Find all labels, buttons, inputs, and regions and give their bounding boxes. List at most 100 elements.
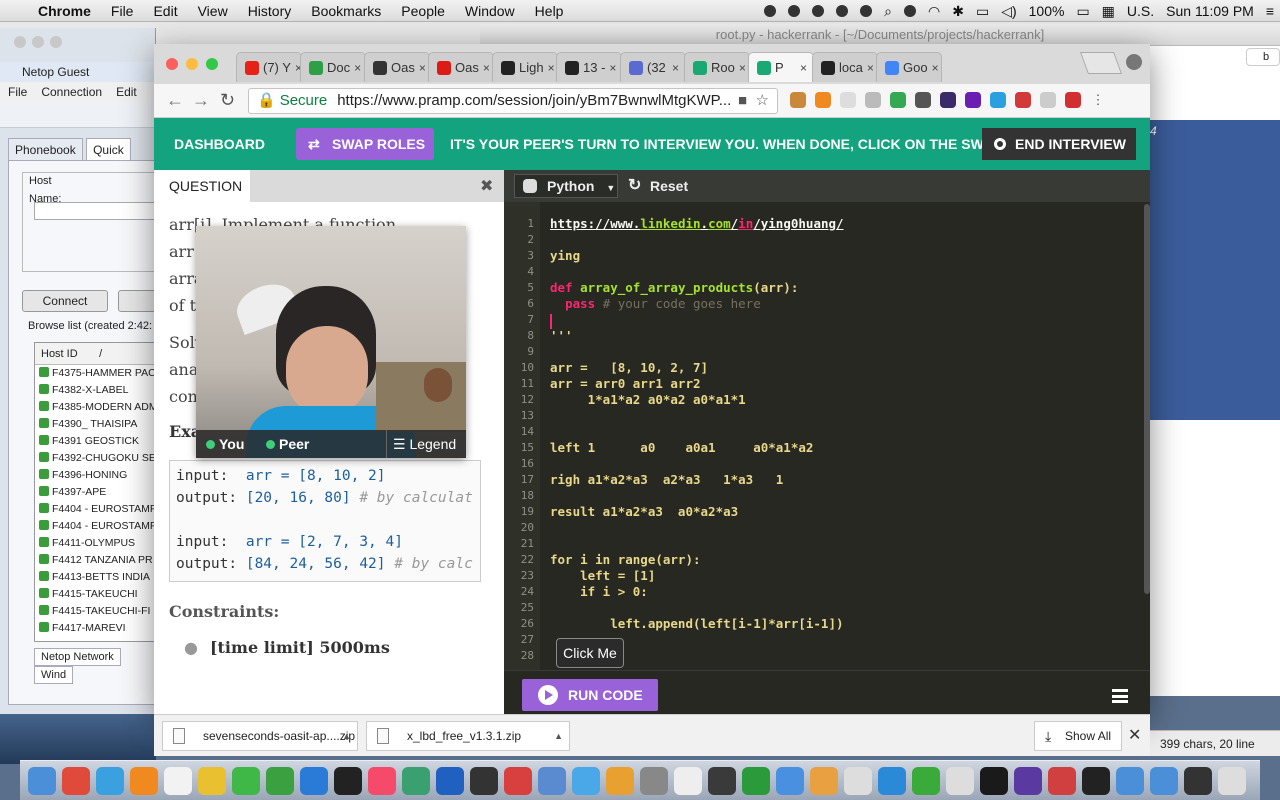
dock-app-icon[interactable] (334, 766, 362, 795)
host-list-item[interactable]: F4391 GEOSTICK (35, 433, 155, 450)
dock-app-icon[interactable] (708, 766, 736, 795)
editor-scrollbar[interactable] (1144, 204, 1150, 594)
netop-menu-connection[interactable]: Connection (41, 82, 102, 102)
code-area[interactable]: 1 https://www.linkedin.com/in/ying0huang/… (504, 216, 1150, 664)
hamburger-menu-icon[interactable] (1112, 689, 1128, 703)
dock-app-icon[interactable] (300, 766, 328, 795)
forward-icon[interactable]: → (192, 90, 210, 111)
close-tab-icon[interactable]: × (800, 61, 807, 75)
menu-app-name[interactable]: Chrome (28, 3, 101, 19)
dock-app-icon[interactable] (844, 766, 872, 795)
browser-tab[interactable]: 13 - × (556, 52, 622, 82)
browser-tab[interactable]: Ligh × (492, 52, 558, 82)
netop-menu-file[interactable]: File (8, 82, 27, 102)
browser-tab[interactable]: Roo × (684, 52, 750, 82)
dock-app-icon[interactable] (742, 766, 770, 795)
video-chat[interactable]: You Peer ☰ Legend (196, 226, 466, 458)
background-tab[interactable]: b (1246, 48, 1280, 66)
host-list-item[interactable]: F4417-MAREVI (35, 620, 155, 637)
cloud-status-icon[interactable] (860, 5, 873, 17)
menu-file[interactable]: File (101, 3, 144, 19)
ext2-icon[interactable] (815, 92, 831, 108)
ext5-icon[interactable] (890, 92, 906, 108)
close-tab-icon[interactable]: × (548, 61, 555, 75)
close-tab-icon[interactable]: × (483, 61, 490, 75)
close-icon[interactable]: ✖ (480, 176, 493, 196)
cors-extension-icon[interactable] (1065, 92, 1081, 108)
host-list-item[interactable]: F4382-X-LABEL (35, 382, 155, 399)
volume-icon[interactable]: ◁) (1001, 3, 1016, 20)
dock-app-icon[interactable] (878, 766, 906, 795)
host-list-item[interactable]: F4413-BETTS INDIA (35, 569, 155, 586)
cookie-extension-icon[interactable] (790, 92, 806, 108)
camera-icon[interactable]: ■ (738, 89, 747, 113)
dock-app-icon[interactable] (164, 766, 192, 795)
dock-app-icon[interactable] (1218, 766, 1246, 795)
dock-app-icon[interactable] (572, 766, 600, 795)
dock-app-icon[interactable] (96, 766, 124, 795)
menu-window[interactable]: Window (455, 3, 525, 19)
end-interview-button[interactable]: END INTERVIEW (982, 128, 1136, 160)
profile-icon[interactable] (1126, 54, 1142, 70)
ext4-icon[interactable] (865, 92, 881, 108)
dock-app-icon[interactable] (912, 766, 940, 795)
close-tab-icon[interactable]: × (932, 61, 939, 75)
ext10-icon[interactable] (1015, 92, 1031, 108)
dock-app-icon[interactable] (436, 766, 464, 795)
show-all-button[interactable]: ⤓ Show All (1034, 721, 1122, 751)
minimize-window-button[interactable] (186, 58, 198, 70)
host-list-item[interactable]: F4396-HONING (35, 467, 155, 484)
swap-roles-button[interactable]: ⇄ SWAP ROLES (296, 128, 434, 160)
host-list-item[interactable]: F4390_ THAISIPA (35, 416, 155, 433)
dock-app-icon[interactable] (266, 766, 294, 795)
run-code-button[interactable]: RUN CODE (522, 679, 658, 711)
dock-app-icon[interactable] (402, 766, 430, 795)
dock-app-icon[interactable] (606, 766, 634, 795)
notification-center-icon[interactable]: ≡ (1266, 3, 1274, 19)
browser-tab[interactable]: loca × (812, 52, 878, 82)
dock-app-icon[interactable] (1150, 766, 1178, 795)
tab-phonebook[interactable]: Phonebook (8, 138, 83, 161)
reset-button[interactable]: ↻ Reset (628, 174, 688, 198)
download-item[interactable]: x_lbd_free_v1.3.1.zip ▲ (366, 721, 570, 751)
dock-app-icon[interactable] (232, 766, 260, 795)
back-icon[interactable]: ← (166, 90, 184, 111)
bluetooth-icon[interactable]: ✱ (952, 3, 964, 20)
language-select[interactable]: Python ▼ (514, 174, 618, 198)
tab-wind[interactable]: Wind (34, 666, 74, 684)
battery-percent[interactable]: 100% (1029, 3, 1065, 19)
menu-edit[interactable]: Edit (143, 3, 187, 19)
dock-app-icon[interactable] (946, 766, 974, 795)
reload-icon[interactable]: ↻ (220, 90, 235, 111)
browser-tab[interactable]: Oas × (364, 52, 430, 82)
menu-bookmarks[interactable]: Bookmarks (301, 3, 391, 19)
menu-history[interactable]: History (238, 3, 302, 19)
question-tab[interactable]: QUESTION (154, 170, 250, 202)
tab-netop-network[interactable]: Netop Network (34, 648, 121, 666)
close-tab-icon[interactable]: × (867, 61, 874, 75)
host-list-item[interactable]: F4415-TAKEUCHI (35, 586, 155, 603)
browser-tab[interactable]: Goo × (876, 52, 942, 82)
host-list-item[interactable]: F4411-OLYMPUS (35, 535, 155, 552)
host-list-item[interactable]: F4415-TAKEUCHI-FI (35, 603, 155, 620)
dock-app-icon[interactable] (1082, 766, 1110, 795)
dock-app-icon[interactable] (198, 766, 226, 795)
wifi-icon[interactable]: ◠ (928, 3, 940, 20)
yahoo-extension-icon[interactable] (965, 92, 981, 108)
download-item[interactable]: sevenseconds-oasit-ap....zip ▲ (162, 721, 358, 751)
host-list-item[interactable]: F4392-CHUGOKU SE (35, 450, 155, 467)
browser-tab[interactable]: P × (748, 52, 814, 82)
ext7-icon[interactable] (940, 92, 956, 108)
dock-app-icon[interactable] (810, 766, 838, 795)
dock-app-icon[interactable] (1184, 766, 1212, 795)
menu-help[interactable]: Help (525, 3, 574, 19)
dock-app-icon[interactable] (1014, 766, 1042, 795)
address-bar[interactable]: 🔒 Secure https://www.pramp.com/session/joi… (248, 88, 778, 114)
dock-app-icon[interactable] (1048, 766, 1076, 795)
close-download-bar-icon[interactable]: ✕ (1128, 725, 1141, 745)
ext9-icon[interactable] (990, 92, 1006, 108)
ext11-icon[interactable] (1040, 92, 1056, 108)
input-source[interactable]: U.S. (1127, 3, 1154, 19)
airplay-icon[interactable]: ▭ (976, 3, 989, 20)
search-icon[interactable]: ⌕ (884, 3, 892, 20)
